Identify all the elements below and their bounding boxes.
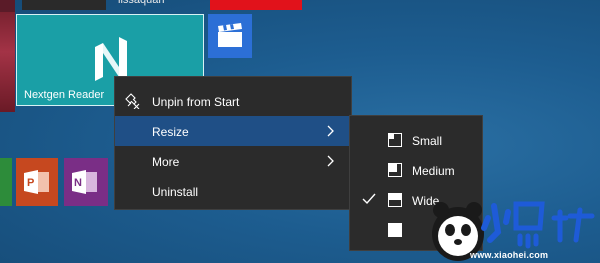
film-clapper-icon [218,23,242,47]
nextgen-reader-label: Nextgen Reader [24,89,105,101]
svg-text:N: N [74,177,82,189]
photo-tile-edge[interactable] [0,12,15,112]
menu-item-unpin-from-start[interactable]: Unpin from Start [115,86,351,116]
menu-item-label: Unpin from Start [152,95,240,109]
tile-size-wide-icon [388,193,402,207]
film-tile[interactable] [208,14,252,58]
tile-context-menu: Unpin from Start Resize More Uninstall [114,76,352,210]
tile-size-small-icon [388,133,402,147]
resize-option-label: Small [412,134,443,148]
tile-size-medium-icon [388,163,402,177]
menu-item-resize[interactable]: Resize [115,116,351,146]
menu-item-more[interactable]: More [115,146,351,176]
top-left-tile-edge[interactable] [0,0,15,12]
user-avatar-tile[interactable] [22,0,106,10]
nextgen-reader-logo-icon [95,37,127,81]
menu-item-uninstall[interactable]: Uninstall [115,176,351,206]
resize-option-small[interactable]: Small [350,125,482,155]
chevron-right-icon [327,125,334,137]
onenote-icon: N [72,170,97,194]
powerpoint-tile[interactable]: P [16,158,58,206]
top-red-tile[interactable] [210,0,302,10]
watermark-url: www.xiaohei.com [470,250,549,260]
powerpoint-icon: P [24,170,49,194]
unpin-icon [125,93,140,109]
svg-text:P: P [27,177,34,189]
menu-item-label: Uninstall [152,185,199,199]
menu-item-label: More [152,155,180,169]
green-tile-edge[interactable] [0,158,12,206]
resize-option-medium[interactable]: Medium [350,155,482,185]
user-name-text: lissaquan [118,0,165,6]
onenote-tile[interactable]: N [64,158,108,206]
resize-option-label: Medium [412,164,455,178]
chevron-right-icon [327,155,334,167]
menu-item-label: Resize [152,125,189,139]
tile-size-large-icon [388,223,402,237]
checkmark-icon [362,193,376,205]
